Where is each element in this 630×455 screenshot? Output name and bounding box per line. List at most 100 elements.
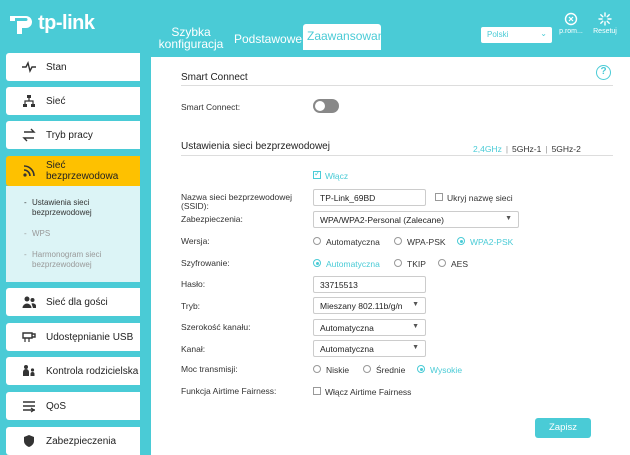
band-separator: | <box>545 144 548 154</box>
submenu-dash: - <box>24 198 27 207</box>
ssid-input[interactable]: TP-Link_69BD <box>313 189 426 206</box>
sidebar-item-usb-sharing[interactable]: Udostępnianie USB <box>6 323 140 351</box>
band-tab-5ghz-1[interactable]: 5GHz-1 <box>512 144 541 154</box>
submenu-wireless-settings[interactable]: - Ustawienia sieci bezprzewodowej <box>24 198 92 218</box>
sidebar-item-label: QoS <box>46 400 67 412</box>
sidebar-item-operation-mode[interactable]: Tryb pracy <box>6 121 140 149</box>
power-low-radio[interactable] <box>313 365 321 373</box>
save-button[interactable]: Zapisz <box>535 418 591 438</box>
main-panel: ? Smart Connect Smart Connect: Ustawieni… <box>151 57 630 455</box>
band-tabs: 2,4GHz | 5GHz-1 | 5GHz-2 <box>473 144 581 154</box>
enable-wireless-checkbox[interactable] <box>313 169 321 179</box>
security-value: WPA/WPA2-Personal (Zalecane) <box>320 215 444 225</box>
band-separator: | <box>505 144 509 154</box>
chevron-down-icon: ▼ <box>412 344 419 351</box>
version-wpa2-psk-radio[interactable] <box>457 237 465 245</box>
sidebar-item-label: Sieć <box>46 95 66 107</box>
airtime-fairness-checkbox[interactable] <box>313 387 321 395</box>
hide-ssid-label: Ukryj nazwę sieci <box>447 193 513 203</box>
tp-link-logo[interactable]: tp-link <box>8 10 95 36</box>
security-select[interactable]: WPA/WPA2-Personal (Zalecane) ▼ <box>313 211 519 228</box>
divider <box>181 155 613 156</box>
network-icon <box>22 94 36 108</box>
encryption-label: Szyfrowanie: <box>181 258 230 268</box>
sidebar-item-network[interactable]: Sieć <box>6 87 140 115</box>
hide-ssid-checkbox[interactable] <box>435 193 443 201</box>
tp-link-logo-icon <box>10 16 32 34</box>
password-label: Hasło: <box>181 279 206 289</box>
sidebar-item-status[interactable]: Stan <box>6 53 140 81</box>
sidebar-item-label: Udostępnianie USB <box>46 331 134 343</box>
sidebar-item-label: Zabezpieczenia <box>46 435 117 447</box>
ssid-label: Nazwa sieci bezprzewodowej (SSID): <box>181 193 292 211</box>
sidebar-item-label: Sieć dla gości <box>46 296 108 308</box>
top-header: tp-link Szybka konfiguracja Podstawowe Z… <box>0 0 630 50</box>
smart-connect-label: Smart Connect: <box>181 102 241 112</box>
sidebar-item-label: Stan <box>46 61 67 73</box>
channel-width-value: Automatyczna <box>320 323 374 333</box>
submenu-wps[interactable]: - WPS <box>24 229 51 239</box>
brand-name: tp-link <box>38 11 95 34</box>
tab-quick-setup-line2: konfiguracja <box>158 37 224 51</box>
ssid-label-line2: (SSID): <box>181 201 209 211</box>
encryption-aes-radio[interactable] <box>438 259 446 267</box>
version-auto-radio[interactable] <box>313 237 321 245</box>
encryption-auto-label: Automatyczna <box>326 259 380 269</box>
power-high-label: Wysokie <box>430 365 463 375</box>
logout-label: p.rom... <box>559 28 583 35</box>
chevron-down-icon: ▼ <box>505 215 512 222</box>
sidebar-item-parental-control[interactable]: Kontrola rodzicielska <box>6 357 140 385</box>
help-button[interactable]: ? <box>596 65 611 80</box>
smart-connect-toggle[interactable] <box>313 99 339 113</box>
encryption-auto-radio[interactable] <box>313 259 321 267</box>
chevron-down-icon: ▼ <box>412 301 419 308</box>
band-tab-5ghz-2[interactable]: 5GHz-2 <box>552 144 581 154</box>
encryption-tkip-radio[interactable] <box>394 259 402 267</box>
power-medium-label: Średnie <box>376 365 406 375</box>
mode-label: Tryb: <box>181 301 201 311</box>
parental-icon <box>22 364 36 378</box>
channel-value: Automatyczna <box>320 344 374 354</box>
sidebar-item-label: Sieć bezprzewodowa <box>46 160 119 182</box>
channel-label: Kanał: <box>181 344 206 354</box>
band-tab-2-4ghz[interactable]: 2,4GHz <box>473 144 502 154</box>
tx-power-label: Moc transmisji: <box>181 364 238 374</box>
password-input[interactable]: 33715513 <box>313 276 426 293</box>
pulse-icon <box>22 60 36 74</box>
sidebar-item-label: Tryb pracy <box>46 129 93 141</box>
channel-width-label: Szerokość kanału: <box>181 322 251 332</box>
language-value: Polski <box>487 30 509 39</box>
enable-wireless-label: Włącz <box>325 171 349 181</box>
airtime-fairness-label: Funkcja Airtime Fairness: <box>181 386 277 396</box>
reboot-button[interactable]: Resetuj <box>590 12 620 35</box>
sidebar-item-qos[interactable]: QoS <box>6 392 140 420</box>
sidebar-item-wireless[interactable]: Sieć bezprzewodowa <box>6 156 140 186</box>
channel-select[interactable]: Automatyczna ▼ <box>313 340 426 357</box>
version-wpa-psk-label: WPA-PSK <box>407 237 446 247</box>
mode-select[interactable]: Mieszany 802.11b/g/n ▼ <box>313 297 426 314</box>
mode-icon <box>22 128 36 142</box>
sidebar-item-guest-network[interactable]: Sieć dla gości <box>6 288 140 316</box>
tab-quick-setup[interactable]: Szybka konfiguracja <box>158 26 224 50</box>
tab-advanced[interactable]: Zaawansowane <box>303 24 391 50</box>
wireless-settings-title: Ustawienia sieci bezprzewodowej <box>181 141 330 152</box>
smart-connect-title: Smart Connect <box>181 72 248 83</box>
reboot-label: Resetuj <box>593 28 617 35</box>
submenu-wireless-schedule[interactable]: - Harmonogram sieci bezprzewodowej <box>24 250 101 270</box>
version-label: Wersja: <box>181 236 210 246</box>
reboot-icon <box>598 12 612 26</box>
logout-icon <box>564 12 578 26</box>
power-high-radio[interactable] <box>417 365 425 373</box>
submenu-dash: - <box>24 250 27 259</box>
power-medium-radio[interactable] <box>363 365 371 373</box>
logout-button[interactable]: p.rom... <box>557 12 585 35</box>
sidebar-item-security[interactable]: Zabezpieczenia <box>6 427 140 455</box>
channel-width-select[interactable]: Automatyczna ▼ <box>313 319 426 336</box>
version-wpa-psk-radio[interactable] <box>394 237 402 245</box>
tab-basic[interactable]: Podstawowe <box>234 33 302 45</box>
version-auto-label: Automatyczna <box>326 237 380 247</box>
encryption-aes-label: AES <box>451 259 469 269</box>
submenu-label: WPS <box>32 229 51 238</box>
language-select[interactable]: Polski ⌄ <box>481 27 552 43</box>
security-label: Zabezpieczenia: <box>181 214 243 224</box>
